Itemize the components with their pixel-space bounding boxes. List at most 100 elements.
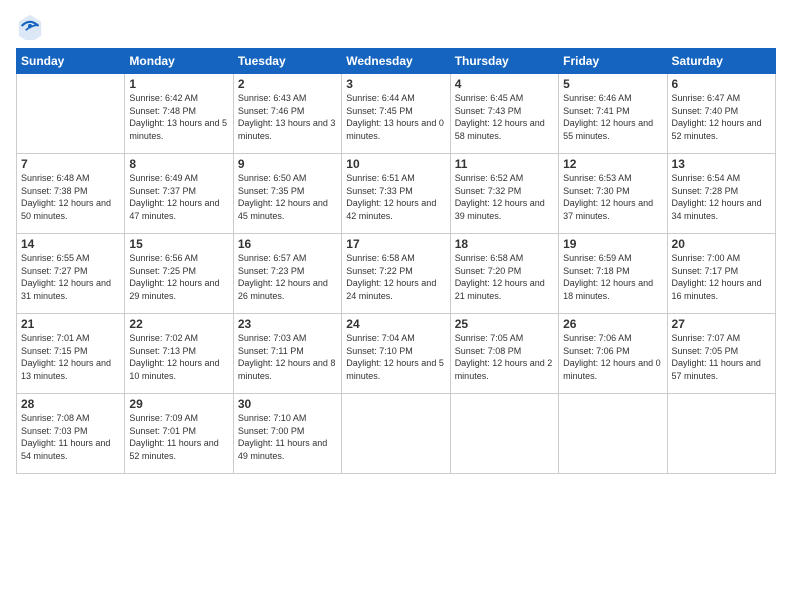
day-info: Sunrise: 7:05 AMSunset: 7:08 PMDaylight:… [455, 332, 554, 382]
day-cell: 10 Sunrise: 6:51 AMSunset: 7:33 PMDaylig… [342, 154, 450, 234]
day-info: Sunrise: 6:58 AMSunset: 7:22 PMDaylight:… [346, 252, 445, 302]
day-info: Sunrise: 7:08 AMSunset: 7:03 PMDaylight:… [21, 412, 120, 462]
day-info: Sunrise: 6:59 AMSunset: 7:18 PMDaylight:… [563, 252, 662, 302]
day-info: Sunrise: 7:03 AMSunset: 7:11 PMDaylight:… [238, 332, 337, 382]
day-number: 27 [672, 317, 771, 331]
day-cell: 25 Sunrise: 7:05 AMSunset: 7:08 PMDaylig… [450, 314, 558, 394]
day-number: 22 [129, 317, 228, 331]
day-cell [559, 394, 667, 474]
day-number: 6 [672, 77, 771, 91]
day-info: Sunrise: 6:53 AMSunset: 7:30 PMDaylight:… [563, 172, 662, 222]
day-info: Sunrise: 7:04 AMSunset: 7:10 PMDaylight:… [346, 332, 445, 382]
day-info: Sunrise: 6:51 AMSunset: 7:33 PMDaylight:… [346, 172, 445, 222]
day-cell [17, 74, 125, 154]
day-number: 2 [238, 77, 337, 91]
day-info: Sunrise: 6:57 AMSunset: 7:23 PMDaylight:… [238, 252, 337, 302]
day-number: 21 [21, 317, 120, 331]
day-cell: 9 Sunrise: 6:50 AMSunset: 7:35 PMDayligh… [233, 154, 341, 234]
day-info: Sunrise: 6:44 AMSunset: 7:45 PMDaylight:… [346, 92, 445, 142]
day-cell: 22 Sunrise: 7:02 AMSunset: 7:13 PMDaylig… [125, 314, 233, 394]
day-number: 28 [21, 397, 120, 411]
day-info: Sunrise: 6:45 AMSunset: 7:43 PMDaylight:… [455, 92, 554, 142]
day-number: 17 [346, 237, 445, 251]
day-number: 13 [672, 157, 771, 171]
day-cell: 7 Sunrise: 6:48 AMSunset: 7:38 PMDayligh… [17, 154, 125, 234]
day-info: Sunrise: 6:43 AMSunset: 7:46 PMDaylight:… [238, 92, 337, 142]
logo-icon [16, 12, 44, 40]
day-number: 7 [21, 157, 120, 171]
day-info: Sunrise: 6:54 AMSunset: 7:28 PMDaylight:… [672, 172, 771, 222]
day-cell: 27 Sunrise: 7:07 AMSunset: 7:05 PMDaylig… [667, 314, 775, 394]
day-info: Sunrise: 7:00 AMSunset: 7:17 PMDaylight:… [672, 252, 771, 302]
col-header-sunday: Sunday [17, 49, 125, 74]
day-number: 9 [238, 157, 337, 171]
day-info: Sunrise: 7:02 AMSunset: 7:13 PMDaylight:… [129, 332, 228, 382]
day-number: 19 [563, 237, 662, 251]
day-number: 10 [346, 157, 445, 171]
day-cell: 17 Sunrise: 6:58 AMSunset: 7:22 PMDaylig… [342, 234, 450, 314]
col-header-saturday: Saturday [667, 49, 775, 74]
day-number: 15 [129, 237, 228, 251]
day-cell: 20 Sunrise: 7:00 AMSunset: 7:17 PMDaylig… [667, 234, 775, 314]
day-number: 30 [238, 397, 337, 411]
day-cell [667, 394, 775, 474]
day-info: Sunrise: 7:07 AMSunset: 7:05 PMDaylight:… [672, 332, 771, 382]
day-cell: 6 Sunrise: 6:47 AMSunset: 7:40 PMDayligh… [667, 74, 775, 154]
col-header-wednesday: Wednesday [342, 49, 450, 74]
logo [16, 12, 48, 40]
day-info: Sunrise: 7:01 AMSunset: 7:15 PMDaylight:… [21, 332, 120, 382]
day-cell: 8 Sunrise: 6:49 AMSunset: 7:37 PMDayligh… [125, 154, 233, 234]
week-row-1: 1 Sunrise: 6:42 AMSunset: 7:48 PMDayligh… [17, 74, 776, 154]
day-info: Sunrise: 6:56 AMSunset: 7:25 PMDaylight:… [129, 252, 228, 302]
day-cell: 16 Sunrise: 6:57 AMSunset: 7:23 PMDaylig… [233, 234, 341, 314]
day-info: Sunrise: 7:06 AMSunset: 7:06 PMDaylight:… [563, 332, 662, 382]
week-row-4: 21 Sunrise: 7:01 AMSunset: 7:15 PMDaylig… [17, 314, 776, 394]
day-cell: 13 Sunrise: 6:54 AMSunset: 7:28 PMDaylig… [667, 154, 775, 234]
col-header-thursday: Thursday [450, 49, 558, 74]
day-info: Sunrise: 7:09 AMSunset: 7:01 PMDaylight:… [129, 412, 228, 462]
day-cell: 29 Sunrise: 7:09 AMSunset: 7:01 PMDaylig… [125, 394, 233, 474]
day-cell: 11 Sunrise: 6:52 AMSunset: 7:32 PMDaylig… [450, 154, 558, 234]
header [16, 12, 776, 40]
day-info: Sunrise: 6:58 AMSunset: 7:20 PMDaylight:… [455, 252, 554, 302]
col-header-tuesday: Tuesday [233, 49, 341, 74]
week-row-5: 28 Sunrise: 7:08 AMSunset: 7:03 PMDaylig… [17, 394, 776, 474]
day-cell: 21 Sunrise: 7:01 AMSunset: 7:15 PMDaylig… [17, 314, 125, 394]
day-cell: 12 Sunrise: 6:53 AMSunset: 7:30 PMDaylig… [559, 154, 667, 234]
day-info: Sunrise: 7:10 AMSunset: 7:00 PMDaylight:… [238, 412, 337, 462]
day-cell: 2 Sunrise: 6:43 AMSunset: 7:46 PMDayligh… [233, 74, 341, 154]
day-cell [450, 394, 558, 474]
day-number: 14 [21, 237, 120, 251]
day-cell: 3 Sunrise: 6:44 AMSunset: 7:45 PMDayligh… [342, 74, 450, 154]
day-number: 25 [455, 317, 554, 331]
week-row-3: 14 Sunrise: 6:55 AMSunset: 7:27 PMDaylig… [17, 234, 776, 314]
day-number: 24 [346, 317, 445, 331]
day-info: Sunrise: 6:49 AMSunset: 7:37 PMDaylight:… [129, 172, 228, 222]
day-cell: 26 Sunrise: 7:06 AMSunset: 7:06 PMDaylig… [559, 314, 667, 394]
day-number: 5 [563, 77, 662, 91]
day-number: 29 [129, 397, 228, 411]
day-cell: 15 Sunrise: 6:56 AMSunset: 7:25 PMDaylig… [125, 234, 233, 314]
day-info: Sunrise: 6:55 AMSunset: 7:27 PMDaylight:… [21, 252, 120, 302]
week-row-2: 7 Sunrise: 6:48 AMSunset: 7:38 PMDayligh… [17, 154, 776, 234]
day-number: 11 [455, 157, 554, 171]
day-cell: 5 Sunrise: 6:46 AMSunset: 7:41 PMDayligh… [559, 74, 667, 154]
day-cell: 14 Sunrise: 6:55 AMSunset: 7:27 PMDaylig… [17, 234, 125, 314]
day-cell: 28 Sunrise: 7:08 AMSunset: 7:03 PMDaylig… [17, 394, 125, 474]
day-info: Sunrise: 6:46 AMSunset: 7:41 PMDaylight:… [563, 92, 662, 142]
page: SundayMondayTuesdayWednesdayThursdayFrid… [0, 0, 792, 612]
day-number: 20 [672, 237, 771, 251]
day-number: 16 [238, 237, 337, 251]
day-number: 1 [129, 77, 228, 91]
day-number: 18 [455, 237, 554, 251]
day-cell [342, 394, 450, 474]
day-cell: 19 Sunrise: 6:59 AMSunset: 7:18 PMDaylig… [559, 234, 667, 314]
col-header-friday: Friday [559, 49, 667, 74]
day-cell: 24 Sunrise: 7:04 AMSunset: 7:10 PMDaylig… [342, 314, 450, 394]
day-number: 4 [455, 77, 554, 91]
day-info: Sunrise: 6:42 AMSunset: 7:48 PMDaylight:… [129, 92, 228, 142]
day-info: Sunrise: 6:48 AMSunset: 7:38 PMDaylight:… [21, 172, 120, 222]
day-cell: 30 Sunrise: 7:10 AMSunset: 7:00 PMDaylig… [233, 394, 341, 474]
day-cell: 1 Sunrise: 6:42 AMSunset: 7:48 PMDayligh… [125, 74, 233, 154]
day-info: Sunrise: 6:50 AMSunset: 7:35 PMDaylight:… [238, 172, 337, 222]
